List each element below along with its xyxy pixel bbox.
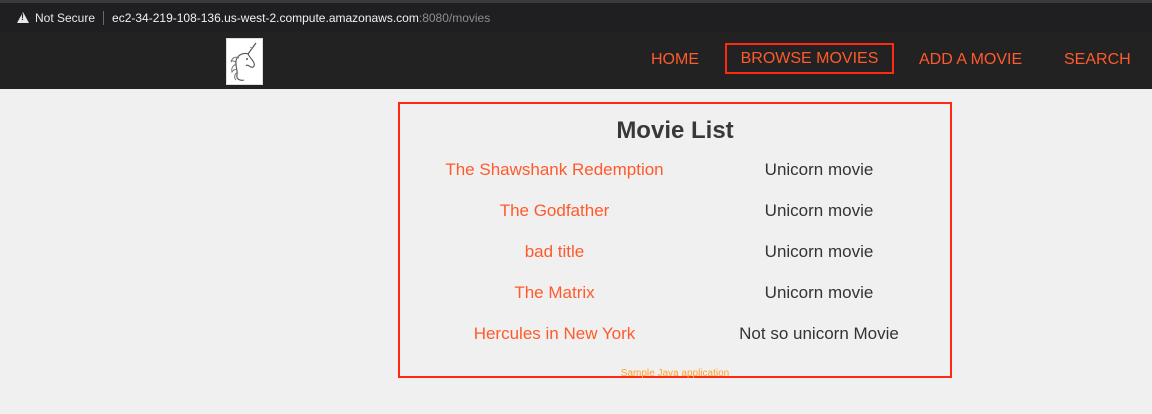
nav-search-link[interactable]: SEARCH bbox=[1064, 51, 1131, 69]
table-row: The Matrix Unicorn movie bbox=[400, 283, 950, 307]
movie-description: Unicorn movie bbox=[764, 242, 874, 261]
movie-description: Not so unicorn Movie bbox=[739, 324, 899, 343]
movie-title-link[interactable]: The Shawshank Redemption bbox=[400, 160, 709, 180]
movie-title-link[interactable]: Hercules in New York bbox=[400, 324, 709, 344]
url-host[interactable]: ec2-34-219-108-136.us-west-2.compute.ama… bbox=[112, 11, 419, 25]
site-navbar: HOME BROWSE MOVIES ADD A MOVIE SEARCH bbox=[0, 32, 1152, 89]
table-row: The Shawshank Redemption Unicorn movie bbox=[400, 160, 950, 184]
table-row: bad title Unicorn movie bbox=[400, 242, 950, 266]
movie-description: Unicorn movie bbox=[764, 201, 874, 220]
movie-list-panel: Movie List The Shawshank Redemption Unic… bbox=[398, 102, 952, 379]
unicorn-logo-icon[interactable] bbox=[226, 38, 263, 85]
nav-browse-movies-link[interactable]: BROWSE MOVIES bbox=[725, 43, 894, 74]
movie-title-link[interactable]: bad title bbox=[400, 242, 709, 262]
warning-icon bbox=[17, 11, 29, 23]
url-separator bbox=[103, 10, 105, 25]
table-row: The Godfather Unicorn movie bbox=[400, 201, 950, 225]
browser-url-bar[interactable]: Not Secure ec2-34-219-108-136.us-west-2.… bbox=[0, 0, 1152, 32]
url-path[interactable]: :8080/movies bbox=[419, 11, 490, 25]
table-row: Hercules in New York Not so unicorn Movi… bbox=[400, 324, 950, 348]
nav-home-link[interactable]: HOME bbox=[651, 51, 699, 69]
movie-description: Unicorn movie bbox=[764, 283, 874, 302]
footer-text: Sample Java application bbox=[620, 368, 730, 379]
movie-title-link[interactable]: The Matrix bbox=[400, 283, 709, 303]
page-title: Movie List bbox=[616, 117, 734, 144]
security-label[interactable]: Not Secure bbox=[35, 11, 95, 25]
movie-description: Unicorn movie bbox=[764, 160, 874, 179]
movie-title-link[interactable]: The Godfather bbox=[400, 201, 709, 221]
nav-add-movie-link[interactable]: ADD A MOVIE bbox=[919, 51, 1022, 69]
